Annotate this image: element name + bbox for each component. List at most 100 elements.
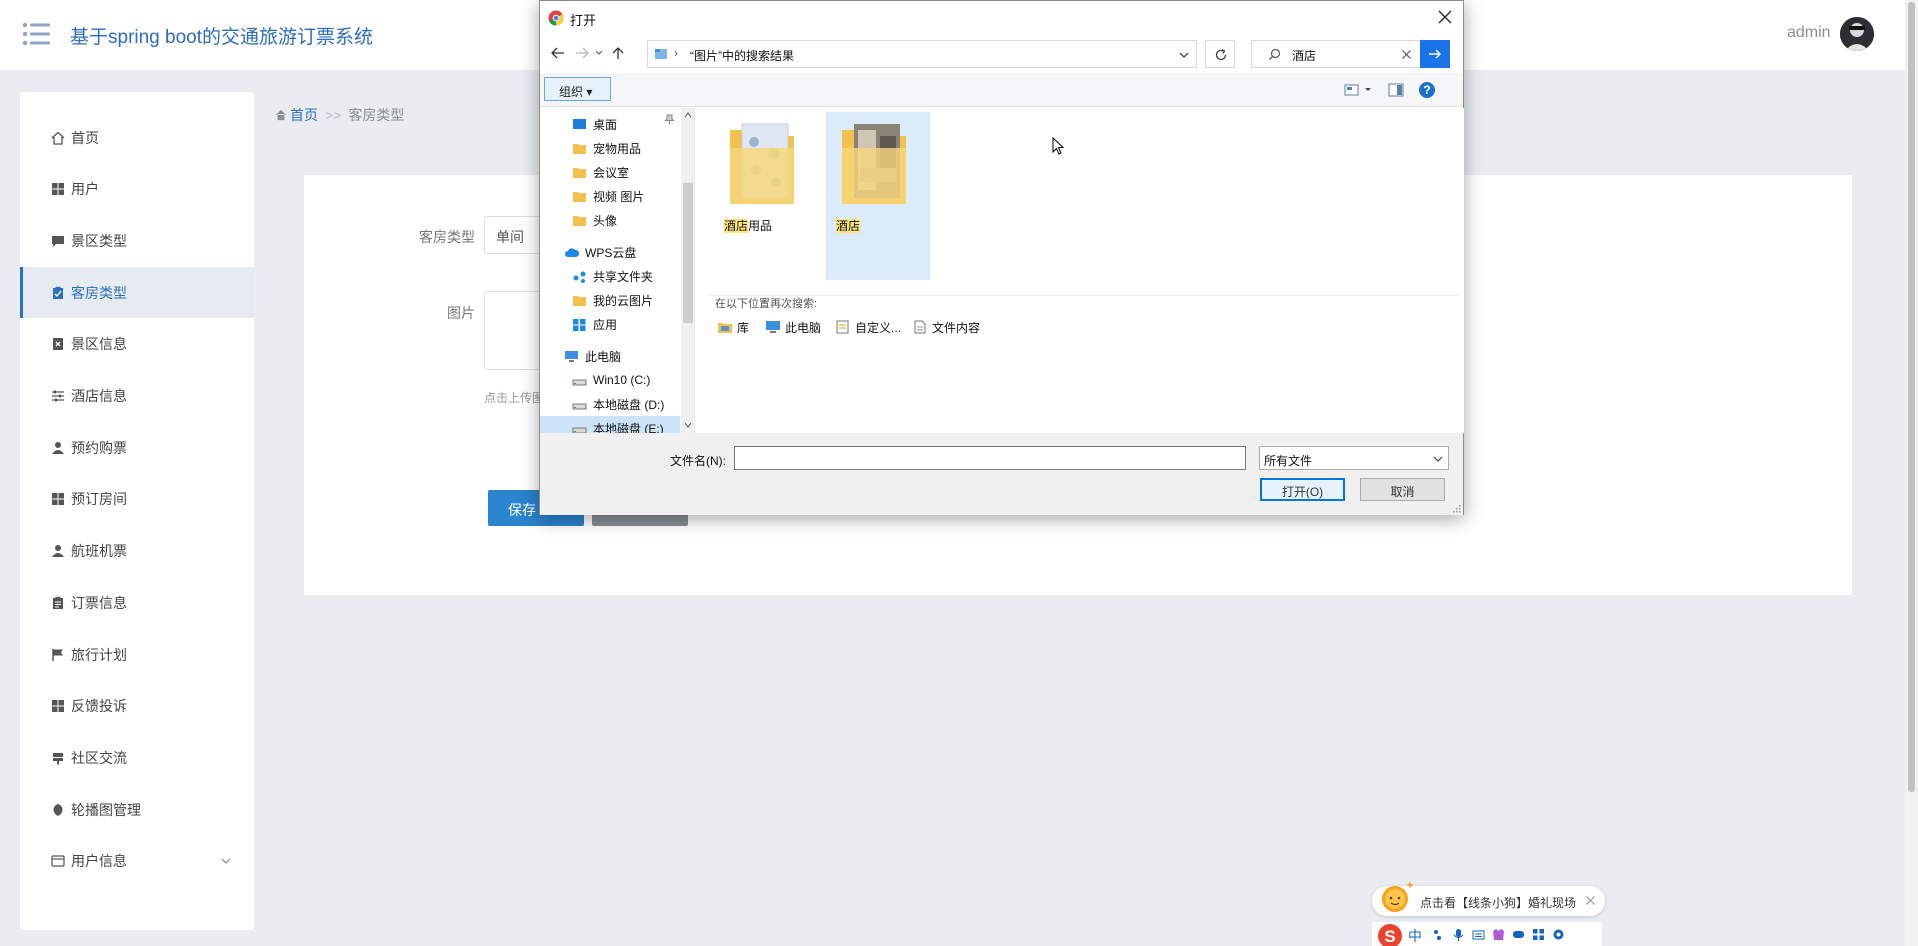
sidebar-item[interactable]: 首页 — [20, 112, 254, 163]
close-icon[interactable] — [1585, 895, 1596, 906]
file-open-dialog: 打开 › “图片”中的搜索结果 酒店 组织 ▾ ? 桌面 宠物用品 会议室 视频… — [539, 0, 1464, 515]
chevron-down-icon[interactable] — [1178, 50, 1190, 60]
sliders-icon — [52, 390, 64, 402]
clear-search-icon[interactable] — [1401, 49, 1412, 60]
settings-gear-icon[interactable] — [1552, 928, 1565, 941]
search-location-custom[interactable]: 自定义... — [835, 318, 901, 336]
sidebar-item[interactable]: 轮播图管理 — [20, 784, 254, 835]
tree-item-label: 共享文件夹 — [593, 269, 654, 284]
sidebar-item-label: 旅行计划 — [71, 646, 127, 663]
avatar[interactable] — [1840, 17, 1874, 51]
sidebar-item[interactable]: 用户 — [20, 164, 254, 215]
sidebar-item-label: 社区交流 — [71, 749, 127, 766]
sidebar-item[interactable]: 社区交流 — [20, 732, 254, 783]
sidebar-item-label: 首页 — [71, 129, 99, 146]
sidebar-item[interactable]: 景区信息 — [20, 319, 254, 370]
chevron-down-icon — [221, 858, 231, 864]
microphone-icon[interactable] — [1452, 928, 1465, 941]
folder-thumbnail-icon — [730, 123, 794, 204]
tree-item[interactable]: 本地磁盘 (E:) — [540, 416, 680, 433]
tree-scrollbar[interactable] — [681, 108, 694, 433]
scroll-down-icon[interactable] — [684, 421, 692, 429]
help-icon[interactable]: ? — [1418, 81, 1436, 99]
username[interactable]: admin — [1787, 24, 1831, 42]
checklist-icon — [53, 286, 63, 299]
sidebar-item[interactable]: 预约购票 — [20, 422, 254, 473]
sidebar-item[interactable]: 客房类型 — [20, 267, 254, 319]
drive-icon — [572, 379, 587, 385]
tree-item[interactable]: 桌面 — [540, 112, 680, 136]
folder-icon — [573, 191, 586, 202]
image-upload-box[interactable] — [484, 291, 544, 370]
search-location-file-contents[interactable]: 文件内容 — [912, 318, 980, 336]
sidebar-item[interactable]: 用户信息 — [20, 836, 254, 887]
view-options-icon[interactable] — [1344, 82, 1378, 98]
organize-button[interactable]: 组织 ▾ — [544, 77, 611, 101]
mouse-cursor-icon — [1052, 137, 1064, 155]
tree-scroll-thumb[interactable] — [683, 183, 693, 323]
tree-item[interactable]: 此电脑 — [540, 344, 680, 368]
ime-mode[interactable]: 中 — [1408, 926, 1422, 946]
file-item[interactable]: 酒店用品 — [714, 112, 818, 280]
skin-icon[interactable] — [1492, 928, 1505, 941]
preview-pane-icon[interactable] — [1388, 82, 1404, 98]
sogou-logo-icon[interactable]: S — [1376, 922, 1404, 946]
tree-item[interactable]: 视频 图片 — [540, 184, 680, 208]
sidebar-item[interactable]: 景区类型 — [20, 215, 254, 266]
gamepad-icon[interactable] — [1512, 928, 1525, 941]
search-location-this-pc[interactable]: 此电脑 — [765, 318, 821, 336]
tree-item[interactable]: 本地磁盘 (D:) — [540, 392, 680, 416]
cloud-icon — [565, 247, 579, 257]
up-arrow-icon[interactable] — [610, 45, 626, 61]
address-bar[interactable]: › “图片”中的搜索结果 — [647, 40, 1197, 68]
back-arrow-icon[interactable] — [550, 45, 566, 61]
search-input[interactable]: 酒店 — [1251, 40, 1421, 68]
folder-icon — [573, 295, 586, 306]
apps-icon[interactable] — [1532, 928, 1545, 941]
flag-icon — [52, 648, 63, 661]
tree-item[interactable]: 会议室 — [540, 160, 680, 184]
computer-icon — [766, 321, 780, 333]
sidebar-item[interactable]: 预订房间 — [20, 474, 254, 525]
scroll-up-icon[interactable] — [684, 111, 692, 119]
tree-item[interactable]: 宠物用品 — [540, 136, 680, 160]
page-scrollbar[interactable] — [1905, 0, 1918, 946]
tree-item-label: 此电脑 — [585, 349, 622, 364]
breadcrumb-home[interactable]: 首页 — [275, 105, 318, 125]
tree-item[interactable]: 我的云图片 — [540, 288, 680, 312]
breadcrumb-separator: >> — [325, 107, 342, 123]
tree-item[interactable]: 应用 — [540, 312, 680, 336]
tree-item[interactable]: 头像 — [540, 208, 680, 232]
sidebar-item[interactable]: 酒店信息 — [20, 371, 254, 422]
cancel-button[interactable]: 取消 — [1360, 478, 1445, 501]
search-location-library[interactable]: 库 — [717, 318, 749, 336]
sidebar-item[interactable]: 反馈投诉 — [20, 681, 254, 732]
resize-grip-icon[interactable] — [1451, 503, 1461, 513]
sidebar-item[interactable]: 航班机票 — [20, 526, 254, 577]
grid-icon — [52, 183, 64, 196]
refresh-button[interactable] — [1205, 40, 1235, 68]
keyboard-icon[interactable] — [1472, 928, 1485, 941]
page-scroll-thumb[interactable] — [1908, 2, 1915, 792]
tree-item[interactable]: 共享文件夹 — [540, 264, 680, 288]
search-go-button[interactable] — [1420, 40, 1450, 68]
close-icon[interactable] — [1435, 7, 1455, 27]
sidebar-item[interactable]: 旅行计划 — [20, 629, 254, 680]
sidebar-item[interactable]: 订票信息 — [20, 577, 254, 628]
tree-item-label: 视频 图片 — [593, 189, 645, 204]
tree-item-label: 会议室 — [593, 165, 630, 180]
document-icon — [914, 320, 926, 334]
file-label: 酒店 — [836, 219, 861, 233]
forward-arrow-icon[interactable] — [574, 45, 590, 61]
filetype-select[interactable]: 所有文件 — [1259, 446, 1449, 470]
tree-item[interactable]: Win10 (C:) — [540, 368, 680, 392]
file-item-selected[interactable]: 酒店 — [826, 112, 930, 280]
recent-dropdown-icon[interactable] — [594, 45, 604, 61]
filename-input[interactable] — [734, 446, 1246, 470]
tree-item[interactable]: WPS云盘 — [540, 240, 680, 264]
tree-item-label: 头像 — [593, 213, 618, 228]
punctuation-icon[interactable] — [1432, 928, 1445, 941]
menu-toggle-icon[interactable] — [22, 22, 50, 46]
notification-toast[interactable]: 点击看【线条小狗】婚礼现场 — [1372, 881, 1605, 916]
open-button[interactable]: 打开(O) — [1260, 478, 1345, 501]
